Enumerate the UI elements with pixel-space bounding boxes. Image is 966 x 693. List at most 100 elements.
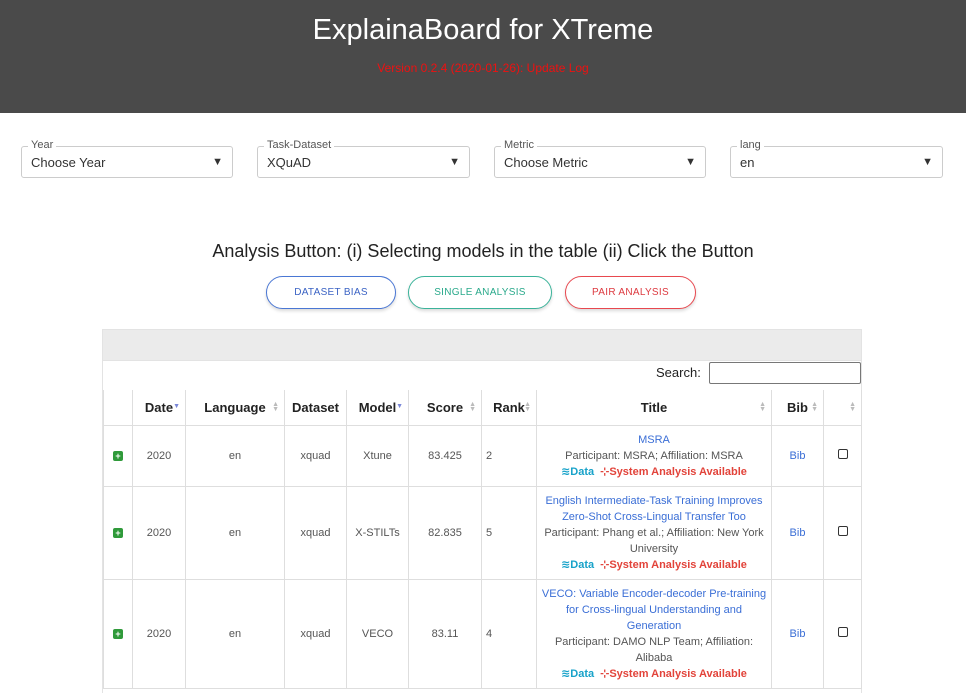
table-toolbar	[102, 329, 862, 361]
chevron-down-icon: ▼	[212, 156, 223, 168]
model-cell: VECO	[346, 578, 409, 689]
bib-cell: Bib	[771, 485, 824, 580]
model-column-header[interactable]: Model ▼	[346, 390, 409, 426]
metric-select[interactable]: Metric Choose Metric ▼	[494, 139, 706, 178]
score-column-header[interactable]: Score ▲ ▼	[408, 390, 482, 426]
year-label: Year	[28, 139, 57, 151]
data-link-label: Data	[570, 667, 595, 680]
dataset-column-header[interactable]: Dataset	[284, 390, 347, 426]
row-select-checkbox[interactable]	[837, 449, 848, 459]
plus-icon[interactable]: +	[113, 450, 123, 461]
sort-desc-icon: ▼	[173, 403, 180, 410]
model-header-label: Model	[358, 399, 397, 415]
year-select[interactable]: Year Choose Year ▼	[21, 139, 233, 178]
language-cell: en	[185, 485, 285, 580]
table-header-row: Date ▼ Language ▲ ▼ Dataset Model ▼ Score ▲ ▼ …	[103, 390, 862, 426]
language-header-label: Language	[204, 399, 266, 415]
sort-icon: ▲ ▼	[469, 401, 476, 413]
task-dataset-label: Task-Dataset	[264, 139, 335, 151]
bib-column-header[interactable]: Bib ▲ ▼	[771, 390, 824, 426]
data-link[interactable]: ≋Data	[561, 559, 594, 571]
task-dataset-value: XQuAD	[267, 155, 312, 170]
pair-analysis-button[interactable]: PAIR ANALYSIS	[565, 276, 696, 309]
dataset-cell: xquad	[284, 578, 347, 689]
lang-select[interactable]: lang en ▼	[730, 139, 943, 178]
database-icon: ≋	[561, 558, 571, 571]
date-cell: 2020	[132, 578, 186, 689]
expand-column-header	[103, 390, 133, 426]
system-analysis-link[interactable]: ⊹System Analysis Available	[600, 466, 747, 478]
row-select-checkbox[interactable]	[837, 526, 848, 536]
date-column-header[interactable]: Date ▼	[132, 390, 186, 426]
date-cell: 2020	[132, 485, 186, 580]
table-row: + 2020 en xquad X-STILTs 82.835 5 Englis…	[103, 485, 862, 580]
paper-title-link[interactable]: MSRA	[541, 432, 767, 448]
system-analysis-label: System Analysis Available	[609, 558, 747, 571]
version-link[interactable]: Version 0.2.4 (2020-01-26): Update Log	[0, 61, 966, 75]
sort-icon: ▲ ▼	[811, 401, 818, 413]
search-input[interactable]	[709, 362, 861, 384]
task-dataset-select[interactable]: Task-Dataset XQuAD ▼	[257, 139, 470, 178]
plus-icon[interactable]: +	[113, 527, 123, 538]
data-link-label: Data	[570, 465, 595, 478]
system-analysis-link[interactable]: ⊹System Analysis Available	[600, 668, 747, 680]
analysis-instructions: Analysis Button: (i) Selecting models in…	[212, 241, 754, 261]
expand-cell: +	[103, 578, 133, 689]
chevron-down-icon: ▼	[922, 156, 933, 168]
rank-cell: 4	[481, 578, 537, 689]
data-link[interactable]: ≋Data	[561, 668, 594, 680]
page-header: ExplainaBoard for XTreme Version 0.2.4 (…	[0, 0, 966, 113]
system-analysis-link[interactable]: ⊹System Analysis Available	[600, 559, 747, 571]
language-cell: en	[185, 578, 285, 689]
title-column-header[interactable]: Title ▲ ▼	[536, 390, 772, 426]
bib-link[interactable]: Bib	[790, 450, 806, 462]
database-icon: ≋	[561, 667, 571, 680]
plus-icon[interactable]: +	[113, 628, 123, 639]
paper-title-link[interactable]: English Intermediate-Task Training Impro…	[541, 493, 767, 525]
bib-link[interactable]: Bib	[790, 527, 806, 539]
lang-label: lang	[737, 139, 764, 151]
chevron-down-icon: ▼	[449, 156, 460, 168]
paper-title-link[interactable]: VECO: Variable Encoder-decoder Pre-train…	[541, 586, 767, 634]
dataset-header-label: Dataset	[292, 399, 339, 415]
date-header-label: Date	[144, 399, 174, 415]
date-cell: 2020	[132, 424, 186, 487]
year-value: Choose Year	[31, 155, 106, 170]
language-cell: en	[185, 424, 285, 487]
sort-icon: ▲ ▼	[524, 401, 531, 413]
dataset-bias-button[interactable]: DATASET BIAS	[266, 276, 396, 309]
rank-header-label: Rank	[493, 399, 525, 415]
page-title: ExplainaBoard for XTreme	[312, 14, 654, 46]
title-header-label: Title	[640, 399, 668, 415]
select-column-header[interactable]: ▲ ▼	[823, 390, 862, 426]
model-cell: Xtune	[346, 424, 409, 487]
system-analysis-label: System Analysis Available	[609, 667, 747, 680]
model-cell: X-STILTs	[346, 485, 409, 580]
sort-icon: ▲ ▼	[849, 401, 856, 413]
data-link-label: Data	[570, 558, 595, 571]
chevron-down-icon: ▼	[685, 156, 696, 168]
language-column-header[interactable]: Language ▲ ▼	[185, 390, 285, 426]
sort-icon: ▲ ▼	[272, 401, 279, 413]
system-analysis-label: System Analysis Available	[609, 465, 747, 478]
bib-link[interactable]: Bib	[790, 628, 806, 640]
score-header-label: Score	[426, 399, 464, 415]
rank-cell: 5	[481, 485, 537, 580]
title-cell: English Intermediate-Task Training Impro…	[536, 485, 772, 580]
expand-cell: +	[103, 485, 133, 580]
bib-cell: Bib	[771, 424, 824, 487]
data-link[interactable]: ≋Data	[561, 466, 594, 478]
sitemap-icon: ⊹	[600, 667, 610, 680]
rank-column-header[interactable]: Rank ▲ ▼	[481, 390, 537, 426]
database-icon: ≋	[561, 465, 571, 478]
single-analysis-button[interactable]: SINGLE ANALYSIS	[408, 276, 552, 309]
leaderboard-table: Date ▼ Language ▲ ▼ Dataset Model ▼ Score ▲ ▼ …	[102, 361, 862, 693]
sort-desc-icon: ▼	[396, 403, 403, 410]
row-select-checkbox[interactable]	[837, 627, 848, 637]
score-cell: 83.11	[408, 578, 482, 689]
dataset-cell: xquad	[284, 424, 347, 487]
sort-icon: ▲ ▼	[759, 401, 766, 413]
participant-text: Participant: MSRA; Affiliation: MSRA	[565, 449, 743, 462]
metric-label: Metric	[501, 139, 537, 151]
title-cell: MSRA Participant: MSRA; Affiliation: MSR…	[536, 424, 772, 487]
